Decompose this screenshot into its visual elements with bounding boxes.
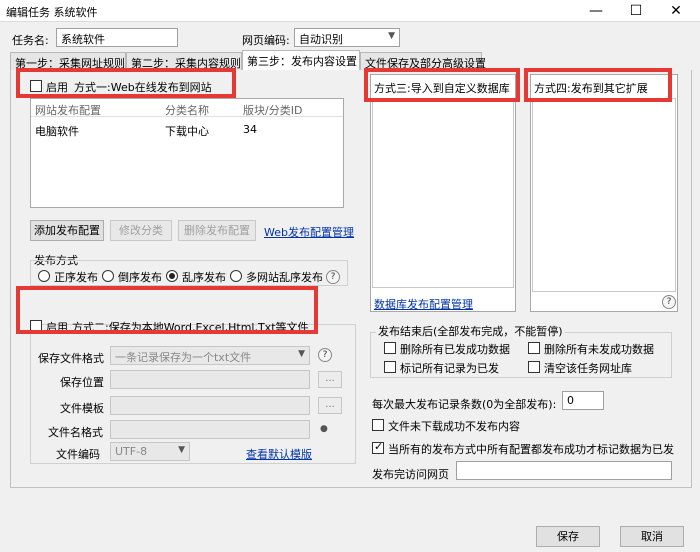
filename-format-label: 文件名格式: [48, 426, 103, 439]
mark-when-all-success-label: 当所有的发布方式中所有配置都发布成功才标记数据为已发: [388, 443, 674, 456]
table-header-cell: 网站发布配置: [35, 104, 101, 117]
file-template-label: 文件模板: [60, 402, 104, 415]
help-icon[interactable]: ?: [662, 295, 676, 309]
minimize-button[interactable]: —: [576, 0, 616, 22]
visit-url-label: 发布完访问网页: [372, 468, 449, 481]
after-publish-option-label: 删除所有未发成功数据: [544, 343, 654, 356]
browse-template-button[interactable]: ...: [318, 397, 342, 414]
visit-url-input[interactable]: [456, 461, 672, 480]
add-publish-config-button[interactable]: 添加发布配置: [30, 220, 104, 241]
maximize-button[interactable]: ☐: [616, 0, 656, 22]
default-template-link[interactable]: 查看默认模版: [246, 446, 312, 462]
after-publish-option-label: 删除所有已发成功数据: [400, 343, 510, 356]
table-header-cell: 分类名称: [165, 104, 209, 117]
method4-list[interactable]: [532, 98, 676, 292]
chevron-down-icon: ▼: [178, 445, 185, 455]
after-publish-option-label: 标记所有记录为已发: [400, 362, 499, 375]
save-location-label: 保存位置: [60, 376, 104, 389]
cancel-button[interactable]: 取消: [620, 526, 684, 547]
clear-url-db-checkbox[interactable]: [528, 361, 540, 373]
delete-success-data-checkbox[interactable]: [384, 342, 396, 354]
database-publish-config-link[interactable]: 数据库发布配置管理: [374, 296, 473, 312]
order-radio-label: 乱序发布: [182, 271, 226, 284]
save-format-label: 保存文件格式: [38, 352, 104, 365]
encoding-label: 网页编码:: [242, 34, 290, 47]
order-radio-label: 倒序发布: [118, 271, 162, 284]
file-template-input[interactable]: [110, 396, 310, 415]
task-name-input[interactable]: 系统软件: [56, 28, 178, 47]
filename-format-input[interactable]: [110, 420, 310, 439]
table-row[interactable]: 电脑软件 下载中心 34: [31, 119, 343, 138]
method2-group: [30, 324, 356, 464]
after-publish-label: 发布结束后(全部发布完成，不能暂停): [376, 323, 565, 339]
highlight-method4: [524, 68, 672, 102]
table-header: 网站发布配置 分类名称 版块/分类ID: [31, 99, 343, 117]
save-location-input[interactable]: [110, 370, 310, 389]
chevron-down-icon: ▼: [298, 349, 305, 359]
delete-publish-config-button[interactable]: 删除发布配置: [178, 220, 256, 241]
order-radio-reverse[interactable]: [102, 270, 114, 282]
after-publish-option-label: 清空该任务网址库: [544, 362, 632, 375]
encoding-select-value: 自动识别: [299, 33, 343, 46]
chevron-down-icon: ▼: [388, 31, 395, 41]
order-radio-multisite-random[interactable]: [230, 270, 242, 282]
highlight-method1: [16, 68, 236, 98]
pin-icon: ●: [320, 424, 328, 434]
table-header-cell: 版块/分类ID: [243, 104, 303, 117]
tab-step3[interactable]: 第三步：发布内容设置: [242, 50, 360, 70]
task-name-label: 任务名:: [12, 34, 49, 47]
file-encoding-select[interactable]: UTF-8 ▼: [110, 442, 190, 461]
title-bar: 编辑任务 系统软件 — ☐ ✕: [0, 0, 700, 22]
max-count-input[interactable]: 0: [562, 391, 604, 410]
mark-all-published-checkbox[interactable]: [384, 361, 396, 373]
help-icon[interactable]: ?: [326, 270, 340, 284]
table-cell: 下载中心: [165, 125, 209, 138]
save-format-select[interactable]: 一条记录保存为一个txt文件 ▼: [110, 346, 310, 365]
window-title: 编辑任务 系统软件: [6, 6, 98, 19]
max-count-label: 每次最大发布记录条数(0为全部发布):: [372, 398, 557, 411]
highlight-method2: [16, 286, 318, 334]
order-radio-random[interactable]: [166, 270, 178, 282]
save-button[interactable]: 保存: [536, 526, 600, 547]
close-button[interactable]: ✕: [656, 0, 696, 22]
table-cell: 电脑软件: [35, 125, 79, 138]
order-radio-forward[interactable]: [38, 270, 50, 282]
order-radio-label: 多网站乱序发布: [246, 271, 323, 284]
file-encoding-select-value: UTF-8: [115, 445, 148, 458]
edit-category-button[interactable]: 修改分类: [110, 220, 172, 241]
method3-list[interactable]: [372, 98, 514, 288]
web-publish-table: 网站发布配置 分类名称 版块/分类ID 电脑软件 下载中心 34: [30, 98, 344, 208]
file-encoding-label: 文件编码: [56, 448, 100, 461]
table-cell: 34: [243, 123, 257, 136]
skip-failed-download-checkbox[interactable]: [372, 419, 384, 431]
order-radio-label: 正序发布: [54, 271, 98, 284]
highlight-method3: [364, 68, 520, 102]
skip-failed-download-label: 文件未下载成功不发布内容: [388, 420, 520, 433]
encoding-select[interactable]: 自动识别 ▼: [294, 28, 400, 47]
mark-when-all-success-checkbox[interactable]: [372, 440, 384, 454]
web-publish-config-link[interactable]: Web发布配置管理: [264, 224, 354, 240]
delete-failed-data-checkbox[interactable]: [528, 342, 540, 354]
save-format-select-value: 一条记录保存为一个txt文件: [115, 351, 252, 364]
browse-location-button[interactable]: ...: [318, 371, 342, 388]
help-icon[interactable]: ?: [318, 348, 332, 362]
